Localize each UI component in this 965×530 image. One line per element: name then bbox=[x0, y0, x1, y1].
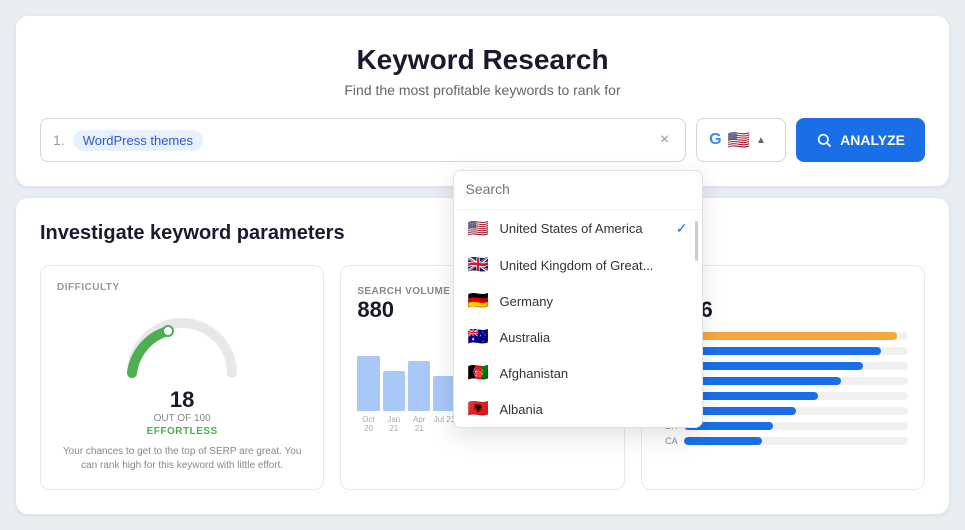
page-subtitle: Find the most profitable keywords to ran… bbox=[40, 82, 925, 98]
hbar-bar-bg bbox=[684, 332, 908, 340]
country-name: United Kingdom of Great... bbox=[500, 258, 654, 273]
keyword-input-wrapper[interactable]: 1. WordPress themes × bbox=[40, 118, 686, 162]
hbar-bar-bg bbox=[684, 377, 908, 385]
gauge-wrap: 18 OUT OF 100 EFFORTLESS Your chances to… bbox=[57, 305, 307, 473]
country-search-input[interactable] bbox=[466, 181, 690, 197]
country-flag: 🇺🇸 bbox=[468, 221, 490, 237]
country-flag: 🇬🇧 bbox=[468, 257, 490, 273]
search-row: 1. WordPress themes × G 🇺🇸 ▲ ANALYZE bbox=[40, 118, 925, 162]
gauge-chart bbox=[122, 313, 242, 383]
volume-bar bbox=[357, 356, 379, 411]
chevron-up-icon: ▲ bbox=[756, 135, 766, 146]
difficulty-label: DIFFICULTY bbox=[57, 282, 307, 293]
country-flag: 🇦🇫 bbox=[468, 365, 490, 381]
difficulty-card: DIFFICULTY 18 OUT OF 100 EFFORTLESS Your… bbox=[40, 265, 324, 490]
country-name: United States of America bbox=[500, 221, 643, 236]
scrollbar-indicator bbox=[695, 221, 698, 261]
country-flag: 🇦🇺 bbox=[468, 329, 490, 345]
difficulty-rating: EFFORTLESS bbox=[147, 426, 218, 437]
keyword-tag: WordPress themes bbox=[73, 130, 203, 151]
volume-bar bbox=[408, 361, 430, 411]
dropdown-search-wrapper[interactable] bbox=[454, 171, 702, 210]
keyword-research-card: Keyword Research Find the most profitabl… bbox=[16, 16, 949, 186]
country-name: Afghanistan bbox=[500, 366, 569, 381]
hbar-bar-bg bbox=[684, 362, 908, 370]
country-list: 🇺🇸 United States of America ✓ 🇬🇧 United … bbox=[454, 210, 702, 427]
country-name: Australia bbox=[500, 330, 551, 345]
analyze-label: ANALYZE bbox=[840, 132, 905, 148]
country-flag: 🇦🇱 bbox=[468, 401, 490, 417]
hbar-bar-bg bbox=[684, 407, 908, 415]
us-flag-icon: 🇺🇸 bbox=[728, 130, 750, 151]
analyze-button[interactable]: ANALYZE bbox=[796, 118, 925, 162]
clear-button[interactable]: × bbox=[656, 131, 673, 149]
hbar-fill bbox=[684, 392, 819, 400]
country-name: Germany bbox=[500, 294, 553, 309]
country-list-item[interactable]: 🇦🇱 Albania bbox=[454, 391, 702, 427]
bar-x-label: Jan 21 bbox=[383, 415, 405, 433]
difficulty-description: Your chances to get to the top of SERP a… bbox=[57, 445, 307, 473]
country-flag: 🇩🇪 bbox=[468, 293, 490, 309]
hbar-bar-bg bbox=[684, 437, 908, 445]
difficulty-sub: OUT OF 100 bbox=[154, 413, 211, 424]
country-list-item[interactable]: 🇬🇧 United Kingdom of Great... bbox=[454, 247, 702, 283]
country-list-item[interactable]: 🇦🇫 Afghanistan bbox=[454, 355, 702, 391]
hbar-fill bbox=[684, 332, 897, 340]
country-name: Albania bbox=[500, 402, 543, 417]
check-icon: ✓ bbox=[676, 220, 688, 237]
country-dropdown: 🇺🇸 United States of America ✓ 🇬🇧 United … bbox=[453, 170, 703, 428]
input-number: 1. bbox=[53, 132, 65, 148]
country-selector-button[interactable]: G 🇺🇸 ▲ bbox=[696, 118, 786, 162]
bar-x-label: Apr 21 bbox=[408, 415, 430, 433]
difficulty-value: 18 bbox=[170, 387, 194, 413]
country-list-item[interactable]: 🇦🇺 Australia bbox=[454, 319, 702, 355]
hbar-fill bbox=[684, 362, 863, 370]
search-icon bbox=[816, 132, 832, 148]
country-list-item[interactable]: 🇩🇪 Germany bbox=[454, 283, 702, 319]
cpc-hbar-row: CA bbox=[658, 436, 908, 446]
hbar-fill bbox=[684, 437, 763, 445]
hbar-fill bbox=[684, 377, 841, 385]
hbar-bar-bg bbox=[684, 347, 908, 355]
google-icon: G bbox=[709, 131, 721, 149]
country-list-item[interactable]: 🇺🇸 United States of America ✓ bbox=[454, 210, 702, 247]
hbar-bar-bg bbox=[684, 422, 908, 430]
volume-bar bbox=[383, 371, 405, 411]
keyword-input[interactable] bbox=[211, 132, 648, 148]
hbar-bar-bg bbox=[684, 392, 908, 400]
hbar-fill bbox=[684, 347, 881, 355]
bar-x-label: Oct 20 bbox=[357, 415, 379, 433]
page-title: Keyword Research bbox=[40, 44, 925, 76]
hbar-country-label: CA bbox=[658, 436, 678, 446]
